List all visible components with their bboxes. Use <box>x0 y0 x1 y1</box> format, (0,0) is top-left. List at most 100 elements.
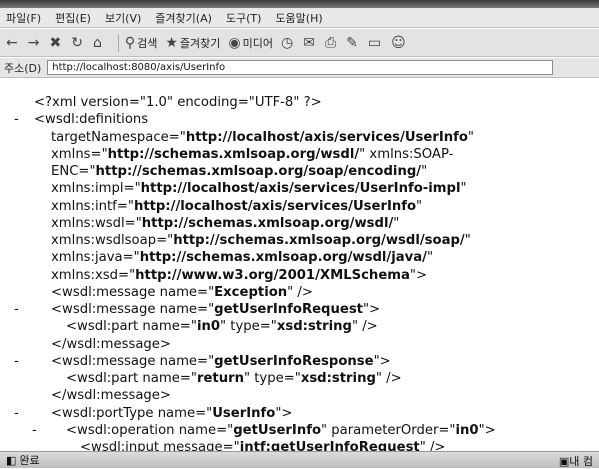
menu-favorites[interactable]: 즐겨찾기(A) <box>155 10 212 26</box>
xml-markup: <wsdl:message name=" <box>51 353 215 369</box>
search-button[interactable]: ⚲ 검색 <box>125 35 158 51</box>
xml-markup: </wsdl:message> <box>51 388 171 404</box>
address-input[interactable]: http://localhost:8080/axis/UserInfo <box>47 60 554 75</box>
favorites-label: 즐겨찾기 <box>179 36 221 50</box>
xml-markup: " /> <box>419 440 446 451</box>
xml-markup: xmlns=" <box>51 146 108 162</box>
print-icon: ⎙ <box>324 34 337 51</box>
menu-file[interactable]: 파일(F) <box>6 10 41 26</box>
toolbar: ← → ✖ ↻ ⌂ ⚲ 검색 ★ 즐겨찾기 ◉ 미디어 ◷ ✉ ⎙ ✎ ▭ ☺ <box>0 29 599 57</box>
mail-icon: ✉ <box>303 34 315 51</box>
collapse-toggle[interactable]: - <box>14 353 19 370</box>
menu-view[interactable]: 보기(V) <box>105 10 141 26</box>
xml-line: xmlns="http://schemas.xmlsoap.org/wsdl/"… <box>14 146 496 163</box>
xml-markup: " parameterOrder=" <box>321 422 456 438</box>
xml-value: http://schemas.xmlsoap.org/wsdl/ <box>141 215 394 231</box>
messenger-button[interactable]: ☺ <box>391 35 408 51</box>
history-icon: ◷ <box>280 34 294 51</box>
favorites-button[interactable]: ★ 즐겨찾기 <box>165 35 220 51</box>
xml-line: - <wsdl:portType name="UserInfo"> <box>14 405 496 422</box>
xml-markup: <wsdl:input message=" <box>80 440 240 451</box>
xml-markup: " <box>416 198 423 214</box>
xml-value: xsd:string <box>276 319 352 335</box>
xml-markup: xmlns:wsdlsoap=" <box>51 233 174 248</box>
xml-markup: " type=" <box>243 371 301 386</box>
menu-tools[interactable]: 도구(T) <box>226 10 262 26</box>
xml-line: ENC="http://schemas.xmlsoap.org/soap/enc… <box>14 163 496 180</box>
xml-markup: <wsdl:part name=" <box>66 371 197 386</box>
xml-line: - <wsdl:operation name="getUserInfo" para… <box>14 422 496 439</box>
print-button[interactable]: ⎙ <box>325 35 338 51</box>
discuss-button[interactable]: ▭ <box>368 35 383 51</box>
xml-line: - <wsdl:message name="getUserInfoResponse… <box>14 353 496 370</box>
collapse-toggle[interactable]: - <box>32 422 37 439</box>
xml-value: http://www.w3.org/2001/XMLSchema <box>135 267 410 283</box>
xml-markup: "> <box>409 267 428 283</box>
xml-line: xmlns:java="http://schemas.xmlsoap.org/w… <box>14 249 496 266</box>
address-bar: 주소(D) http://localhost:8080/axis/UserInf… <box>0 58 599 78</box>
address-label: 주소(D) <box>4 61 42 75</box>
xml-value: intf:getUserInfoRequest <box>239 440 420 451</box>
xml-value: http://schemas.xmlsoap.org/wsdl/ <box>107 146 360 162</box>
xml-value: in0 <box>196 319 221 335</box>
xml-markup: targetNamespace=" <box>51 129 186 145</box>
xml-markup: <wsdl:definitions <box>34 112 149 128</box>
menu-help[interactable]: 도움말(H) <box>275 10 322 26</box>
xml-markup: xmlns:java=" <box>51 250 140 266</box>
back-button[interactable]: ← <box>6 35 20 51</box>
xml-markup: " <box>464 233 471 248</box>
xml-line: xmlns:intf="http://localhost/axis/servic… <box>14 198 496 215</box>
media-button[interactable]: ◉ 미디어 <box>228 35 273 51</box>
search-icon: ⚲ <box>124 34 136 51</box>
xml-markup: " xmlns:SOAP- <box>359 146 454 162</box>
menu-edit[interactable]: 편집(E) <box>55 10 91 26</box>
collapse-toggle[interactable]: - <box>14 111 19 128</box>
xml-line: targetNamespace="http://localhost/axis/s… <box>14 129 496 146</box>
menu-bar: 파일(F) 편집(E) 보기(V) 즐겨찾기(A) 도구(T) 도움말(H) <box>0 8 599 28</box>
xml-markup: " <box>426 250 434 266</box>
xml-value: http://localhost/axis/services/UserInfo-… <box>140 181 461 197</box>
edit-button[interactable]: ✎ <box>346 35 360 51</box>
xml-markup: " /> <box>287 284 313 300</box>
home-icon: ⌂ <box>92 34 102 51</box>
collapse-toggle[interactable]: - <box>14 301 19 318</box>
refresh-icon: ↻ <box>71 34 83 51</box>
xml-markup: " <box>460 181 467 197</box>
xml-markup: " <box>467 129 474 145</box>
xml-line: xmlns:xsd="http://www.w3.org/2001/XMLSch… <box>14 267 496 284</box>
xml-markup: xmlns:intf=" <box>51 198 134 214</box>
toolbar-separator <box>117 33 119 52</box>
status-zone: ▣ 내 컴 <box>559 453 593 469</box>
xml-markup: xmlns:wsdl=" <box>51 215 142 231</box>
xml-value: http://localhost/axis/services/UserInfo <box>133 198 417 214</box>
xml-line: </wsdl:message> <box>14 336 496 353</box>
stop-icon: ✖ <box>49 34 62 51</box>
xml-line: xmlns:wsdl="http://schemas.xmlsoap.org/w… <box>14 215 496 232</box>
xml-value: in0 <box>455 422 479 438</box>
forward-button[interactable]: → <box>28 35 42 51</box>
xml-line: </wsdl:message> <box>14 387 496 404</box>
back-arrow-icon: ← <box>6 34 18 51</box>
refresh-button[interactable]: ↻ <box>71 35 85 51</box>
mail-button[interactable]: ✉ <box>303 35 317 51</box>
xml-markup: <?xml version="1.0" encoding="UTF-8" ?> <box>34 95 322 110</box>
status-text: 완료 <box>19 454 40 467</box>
collapse-toggle[interactable]: - <box>14 405 19 422</box>
xml-value: Exception <box>214 284 288 300</box>
xml-value: getUserInfo <box>233 422 322 438</box>
xml-markup: <wsdl:message name=" <box>51 302 215 317</box>
xml-value: getUserInfoRequest <box>214 302 363 317</box>
xml-markup: " type=" <box>220 319 277 335</box>
xml-line: xmlns:wsdlsoap="http://schemas.xmlsoap.o… <box>14 232 496 249</box>
xml-markup: "> <box>275 405 293 421</box>
stop-button[interactable]: ✖ <box>49 35 63 51</box>
xml-line: - <wsdl:message name="getUserInfoRequest"… <box>14 301 496 318</box>
xml-line: <wsdl:input message="intf:getUserInfoReq… <box>14 439 496 451</box>
xml-markup: <wsdl:message name=" <box>51 284 215 300</box>
home-button[interactable]: ⌂ <box>93 35 104 51</box>
discuss-icon: ▭ <box>367 34 382 51</box>
xml-line: - <wsdl:definitions <box>14 111 496 128</box>
xml-value: http://schemas.xmlsoap.org/soap/encoding… <box>95 164 422 179</box>
xml-value: http://schemas.xmlsoap.org/wsdl/java/ <box>139 250 427 266</box>
history-button[interactable]: ◷ <box>281 35 295 51</box>
